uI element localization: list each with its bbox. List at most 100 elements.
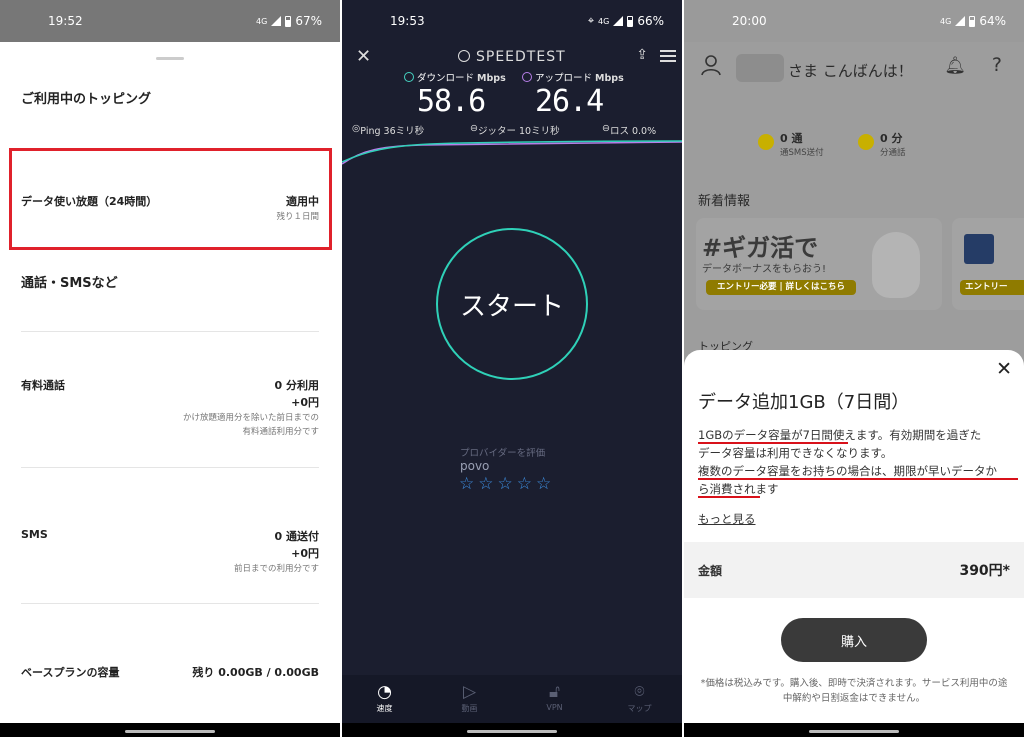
sms-label: SMS: [21, 528, 48, 541]
app-title: SPEEDTEST: [458, 49, 566, 65]
battery-level: 64%: [979, 14, 1006, 28]
download-icon: [404, 72, 414, 82]
home-indicator[interactable]: [467, 730, 557, 733]
bottom-nav: ◔ 速度 ▷ 動画 🔓︎ VPN ⌾ マップ: [342, 675, 682, 723]
map-pin-icon: ⌾: [634, 682, 645, 702]
speedtest-toolbar: ✕ SPEEDTEST ⇪: [342, 42, 682, 72]
sheet-description: 1GBのデータ容量が7日間使えます。有効期間を過ぎた データ容量は利用できなくな…: [698, 428, 997, 496]
base-plan-row: ベースプランの容量 残り 0.00GB / 0.00GB: [21, 664, 319, 682]
rate-provider-label: プロバイダーを評価: [460, 448, 546, 459]
download-header: ダウンロード Mbps: [404, 70, 506, 84]
jitter-value: ⊖ ジッター 10ミリ秒: [470, 123, 560, 137]
battery-icon: [285, 15, 292, 27]
sheet-title: データ追加1GB（7日間）: [698, 392, 910, 413]
close-icon[interactable]: ✕: [996, 358, 1012, 380]
banner-entry-button[interactable]: エントリー必要 | 詳しくはこちら: [706, 280, 856, 295]
topping-row[interactable]: データ使い放題（24時間） 適用中 残り１日間: [21, 193, 319, 229]
topping-remaining: 残り１日間: [276, 212, 319, 222]
sms-row: SMS 0 通送付 +0円 前日までの利用分です: [21, 528, 319, 578]
nav-speed[interactable]: ◔ 速度: [342, 675, 427, 723]
menu-icon[interactable]: [660, 50, 676, 65]
banner-subtitle: データボーナスをもらおう!: [702, 264, 827, 275]
share-icon[interactable]: ⇪: [636, 47, 648, 63]
sms-usage: 0 通 通SMS送付: [758, 130, 824, 158]
paid-call-row: 有料通話 0 分利用 +0円 かけ放題適用分を除いた前日までの 有料通話利用分で…: [21, 377, 319, 447]
povo-purchase-screen: 20:00 4G 64% さま こんばんは！ 🔔︎ ? 0 通 通SMS送付 0…: [684, 0, 1024, 737]
mascot-image: [872, 232, 920, 298]
divider: [21, 331, 319, 332]
system-nav-bar: [0, 723, 340, 737]
signal-icon: [271, 16, 282, 26]
red-underline: [698, 496, 760, 498]
red-underline: [698, 478, 1018, 480]
bell-icon[interactable]: 🔔︎: [944, 56, 966, 76]
sms-amount: +0円: [291, 547, 319, 560]
battery-level: 67%: [295, 14, 322, 28]
blurred-username: [736, 54, 784, 82]
provider-name: povo: [460, 459, 490, 473]
loss-value: ⊖ ロス 0.0%: [602, 123, 657, 137]
purchase-sheet: ✕ データ追加1GB（7日間） 1GBのデータ容量が7日間使えます。有効期間を過…: [684, 350, 1024, 737]
battery-icon: [627, 15, 634, 27]
divider: [21, 467, 319, 468]
nav-map[interactable]: ⌾ マップ: [597, 675, 682, 723]
second-banner[interactable]: [952, 218, 1024, 310]
user-icon[interactable]: [700, 54, 722, 76]
au-logo: [964, 234, 994, 264]
signal-icon: [613, 16, 624, 26]
upload-header: アップロード Mbps: [522, 70, 624, 84]
see-more-link[interactable]: もっと見る: [698, 511, 756, 527]
purchase-button[interactable]: 購入: [781, 618, 927, 662]
status-time: 20:00: [732, 14, 767, 28]
call-usage: 0 分 分通話: [858, 130, 906, 158]
topping-status: 適用中: [286, 195, 319, 208]
lock-icon: 🔓︎: [548, 682, 561, 702]
paid-call-amount: +0円: [291, 396, 319, 409]
battery-level: 66%: [637, 14, 664, 28]
gauge-icon: ◔: [377, 682, 392, 702]
status-bar: 20:00 4G 64%: [684, 0, 1024, 42]
paid-call-label: 有料通話: [21, 379, 65, 392]
base-plan-label: ベースプランの容量: [21, 666, 120, 679]
upload-speed: 26.4: [535, 84, 604, 119]
paid-call-note-2: 有料通話利用分です: [242, 427, 319, 437]
nav-video[interactable]: ▷ 動画: [427, 675, 512, 723]
status-time: 19:52: [48, 14, 83, 28]
help-icon[interactable]: ?: [992, 54, 1002, 76]
price-note: *価格は税込みです。購入後、即時で決済されます。サービス利用中の途中解約や日割返…: [700, 678, 1008, 704]
close-icon[interactable]: ✕: [356, 46, 371, 67]
base-plan-value: 残り 0.00GB / 0.00GB: [192, 666, 319, 679]
ping-value: ◎ Ping 36ミリ秒: [352, 123, 425, 137]
status-bar: 19:52 4G 67%: [0, 0, 340, 42]
system-nav-bar: [684, 723, 1024, 737]
current-topping-header: ご利用中のトッピング: [21, 92, 152, 107]
system-nav-bar: [342, 723, 682, 737]
status-bar: 19:53 ⌖ 4G 66%: [342, 0, 682, 42]
battery-icon: [969, 15, 976, 27]
divider: [21, 603, 319, 604]
speed-graph: [342, 140, 682, 165]
start-button[interactable]: スタート: [436, 228, 588, 380]
upload-icon: [522, 72, 532, 82]
location-icon: ⌖: [587, 14, 595, 27]
povo-topping-screen: 19:52 4G 67% ご利用中のトッピング データ使い放題（24時間） 適用…: [0, 0, 340, 737]
price-value: 390円*: [959, 563, 1010, 579]
paid-call-value: 0 分利用: [274, 379, 319, 392]
sheet-drag-handle[interactable]: [156, 57, 184, 60]
greeting: さま こんばんは！: [788, 62, 913, 80]
banner-title: #ギガ活で: [702, 234, 819, 262]
status-time: 19:53: [390, 14, 425, 28]
nav-vpn[interactable]: 🔓︎ VPN: [512, 675, 597, 723]
phone-icon: [858, 134, 874, 150]
topping-name: データ使い放題（24時間）: [21, 195, 158, 208]
signal-icon: [955, 16, 966, 26]
rating-stars[interactable]: ☆☆☆☆☆: [459, 474, 555, 494]
network-type: 4G: [940, 16, 952, 26]
paid-call-note-1: かけ放題適用分を除いた前日までの: [182, 413, 319, 423]
second-banner-button[interactable]: エントリー: [960, 280, 1024, 295]
home-indicator[interactable]: [809, 730, 899, 733]
price-label: 金額: [698, 564, 723, 578]
upload-trace: [342, 141, 682, 165]
home-indicator[interactable]: [125, 730, 215, 733]
price-row: 金額 390円*: [684, 542, 1024, 598]
